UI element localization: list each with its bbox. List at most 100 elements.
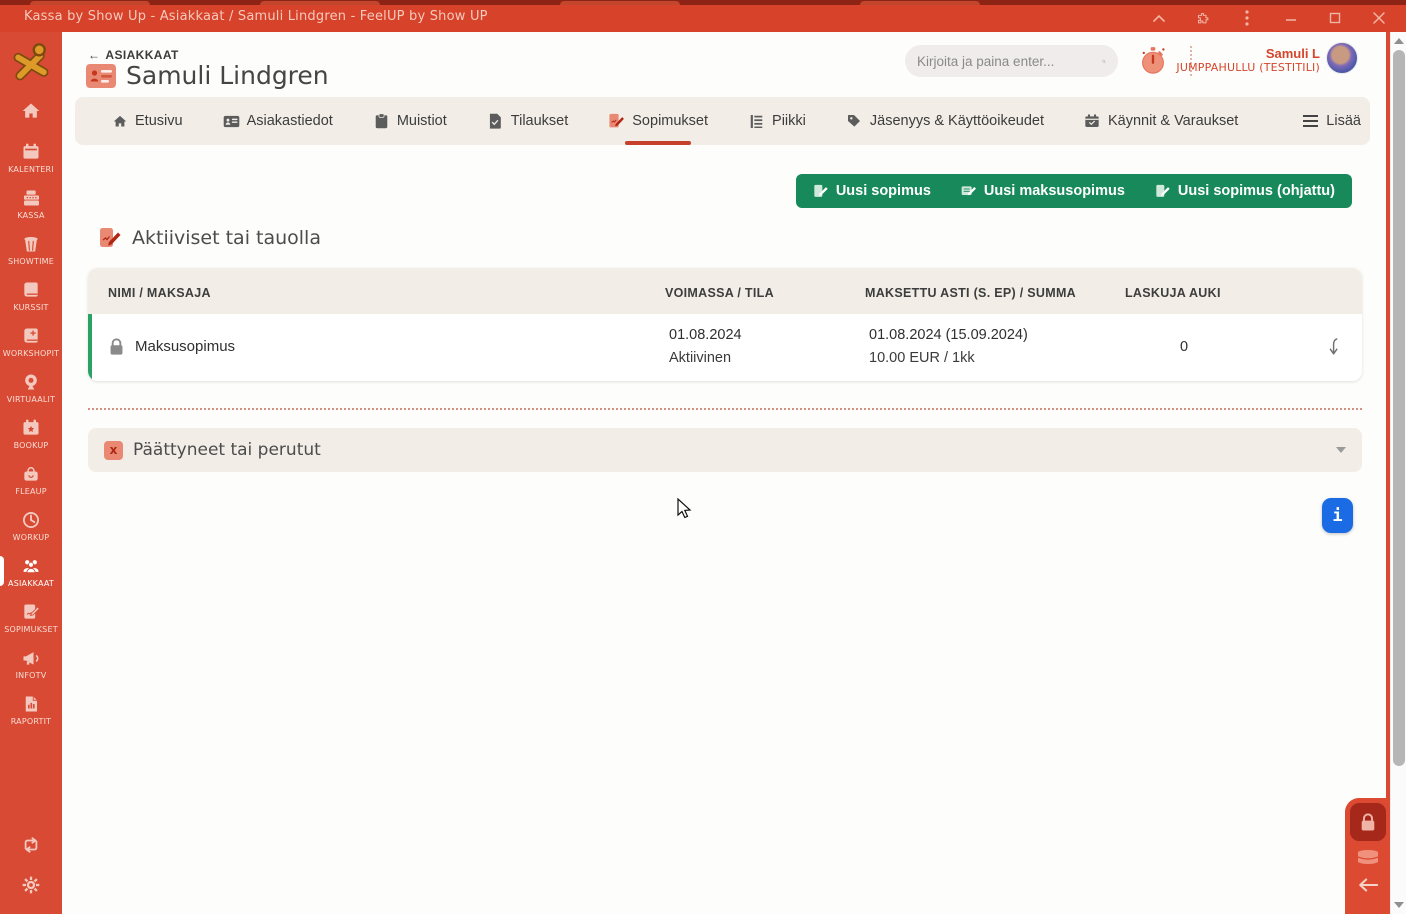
sidebar-item-workshopit[interactable]: WORKSHOPIT: [0, 318, 62, 364]
sidebar-item-kassa[interactable]: KASSA: [0, 180, 62, 226]
breadcrumb-label: ASIAKKAAT: [105, 48, 178, 62]
sidebar-item-kalenteri[interactable]: KALENTERI: [0, 134, 62, 180]
sidebar-item-fleaup[interactable]: FLEAUP: [0, 456, 62, 502]
scrollbar-thumb[interactable]: [1393, 50, 1405, 766]
sidebar-item-home[interactable]: [0, 88, 62, 134]
showup-figure-icon: [9, 41, 53, 85]
chevron-up-icon: [1153, 14, 1165, 22]
sidebar-item-asiakkaat[interactable]: ASIAKKAAT: [0, 548, 62, 594]
cash-drawer-button[interactable]: [1356, 849, 1380, 865]
popcorn-icon: [19, 233, 43, 255]
contract-name: Maksusopimus: [135, 338, 235, 355]
sidebar-item-kurssit[interactable]: KURSSIT: [0, 272, 62, 318]
settings-gear-icon[interactable]: [21, 875, 41, 900]
kebab-icon: [1245, 10, 1249, 26]
timer-icon: [19, 509, 43, 531]
search-icon[interactable]: [1102, 53, 1106, 70]
maximize-button[interactable]: [1316, 6, 1354, 30]
browser-tab[interactable]: [30, 1, 150, 5]
new-payment-contract-button[interactable]: Uusi maksusopimus: [946, 174, 1140, 208]
cancelled-icon: x: [104, 441, 123, 460]
button-label: Uusi maksusopimus: [984, 183, 1125, 199]
home-icon: [19, 100, 43, 122]
collapse-toolbar-button[interactable]: [1140, 6, 1178, 30]
page-title: Samuli Lindgren: [126, 61, 329, 90]
sidebar-item-virtuaalit[interactable]: VIRTUAALIT: [0, 364, 62, 410]
tab-label: Jäsenyys & Käyttöoikeudet: [870, 113, 1044, 129]
sidebar-item-label: WORKUP: [13, 533, 50, 542]
tab-etusivu[interactable]: Etusivu: [93, 97, 201, 145]
corner-tool-panel: [1345, 798, 1390, 914]
browser-tab[interactable]: [860, 1, 980, 5]
webcam-icon: [19, 371, 43, 393]
lock-button[interactable]: [1350, 803, 1386, 841]
browser-tab[interactable]: [560, 1, 680, 5]
sidebar-item-label: ASIAKKAAT: [8, 579, 54, 588]
book-plus-icon: [19, 325, 43, 347]
report-chart-icon: [19, 693, 43, 715]
tab-label: Sopimukset: [632, 113, 708, 129]
tab-kaynnit-varaukset[interactable]: Käynnit & Varaukset: [1066, 97, 1256, 145]
showup-logo[interactable]: [5, 38, 57, 88]
refresh-icon[interactable]: [20, 836, 42, 859]
scroll-down-arrow[interactable]: [1394, 902, 1404, 908]
valid-from: 01.08.2024: [669, 327, 849, 343]
home-icon: [111, 113, 128, 130]
column-header: NIMI / MAKSAJA: [88, 286, 645, 300]
page-scrollbar[interactable]: [1390, 32, 1406, 914]
info-label: i: [1332, 506, 1342, 526]
active-contracts-section-header: Aktiiviset tai tauolla: [98, 226, 321, 250]
contract-sum: 10.00 EUR / 1kk: [869, 350, 1109, 366]
tab-asiakastiedot[interactable]: Asiakastiedot: [205, 97, 351, 145]
tab-lisaa[interactable]: Lisää: [1284, 97, 1379, 145]
window-title: Kassa by Show Up - Asiakkaat / Samuli Li…: [24, 9, 488, 24]
customer-card-icon: [86, 64, 116, 88]
new-contract-guided-button[interactable]: Uusi sopimus (ohjattu): [1140, 174, 1350, 208]
ended-contracts-section[interactable]: x Päättyneet tai perutut: [88, 428, 1362, 472]
close-button[interactable]: [1360, 6, 1398, 30]
scroll-up-arrow[interactable]: [1394, 38, 1404, 44]
tab-jasenyys-kayttooikeudet[interactable]: Jäsenyys & Käyttöoikeudet: [828, 97, 1062, 145]
hamburger-icon: [1302, 113, 1319, 130]
customer-tabbar: Etusivu Asiakastiedot Muistiot Tilaukset…: [75, 97, 1370, 145]
contract-pen-icon: [608, 113, 625, 130]
sidebar-item-showtime[interactable]: SHOWTIME: [0, 226, 62, 272]
puzzle-icon: [1196, 11, 1211, 26]
tab-piikki[interactable]: Piikki: [730, 97, 824, 145]
tab-tilaukset[interactable]: Tilaukset: [469, 97, 586, 145]
search-input[interactable]: [917, 54, 1094, 69]
table-row[interactable]: Maksusopimus 01.08.2024 Aktiivinen 01.08…: [88, 314, 1362, 381]
minimize-icon: [1285, 12, 1297, 24]
sidebar-item-workup[interactable]: WORKUP: [0, 502, 62, 548]
minimize-button[interactable]: [1272, 6, 1310, 30]
sidebar-item-bookup[interactable]: BOOKUP: [0, 410, 62, 456]
sidebar-item-infotv[interactable]: INFOTV: [0, 640, 62, 686]
info-button[interactable]: i: [1322, 498, 1353, 533]
sidebar-item-raportit[interactable]: RAPORTIT: [0, 686, 62, 732]
column-header: MAKSETTU ASTI (S. EP) / SUMMA: [845, 286, 1105, 300]
avatar[interactable]: [1326, 42, 1358, 74]
tab-label: Piikki: [772, 113, 806, 129]
tab-muistiot[interactable]: Muistiot: [355, 97, 465, 145]
sidebar: KALENTERI KASSA SHOWTIME KURSSIT WORKSHO…: [0, 32, 62, 914]
contract-status: Aktiivinen: [669, 350, 849, 366]
sidebar-item-label: RAPORTIT: [11, 717, 52, 726]
collapse-panel-button[interactable]: [1357, 877, 1379, 893]
chevron-down-icon: [1336, 447, 1346, 453]
sidebar-item-label: FLEAUP: [15, 487, 46, 496]
sidebar-item-label: BOOKUP: [14, 441, 49, 450]
menu-kebab-button[interactable]: [1228, 6, 1266, 30]
expand-row-arrow-icon[interactable]: [1327, 337, 1342, 357]
tab-sopimukset[interactable]: Sopimukset: [590, 97, 726, 145]
stopwatch-icon[interactable]: [1139, 46, 1167, 76]
user-name: Samuli L: [1176, 46, 1320, 61]
new-contract-button[interactable]: Uusi sopimus: [798, 174, 946, 208]
section-title: Päättyneet tai perutut: [133, 440, 321, 460]
sidebar-item-sopimukset[interactable]: SOPIMUKSET: [0, 594, 62, 640]
lock-icon: [1359, 812, 1377, 832]
user-menu[interactable]: Samuli L JUMPPAHULLU (TESTITILI): [1176, 46, 1320, 74]
browser-tab[interactable]: [260, 1, 380, 5]
breadcrumb[interactable]: ← ASIAKKAAT: [88, 48, 179, 62]
extensions-button[interactable]: [1184, 6, 1222, 30]
tab-label: Muistiot: [397, 113, 447, 129]
